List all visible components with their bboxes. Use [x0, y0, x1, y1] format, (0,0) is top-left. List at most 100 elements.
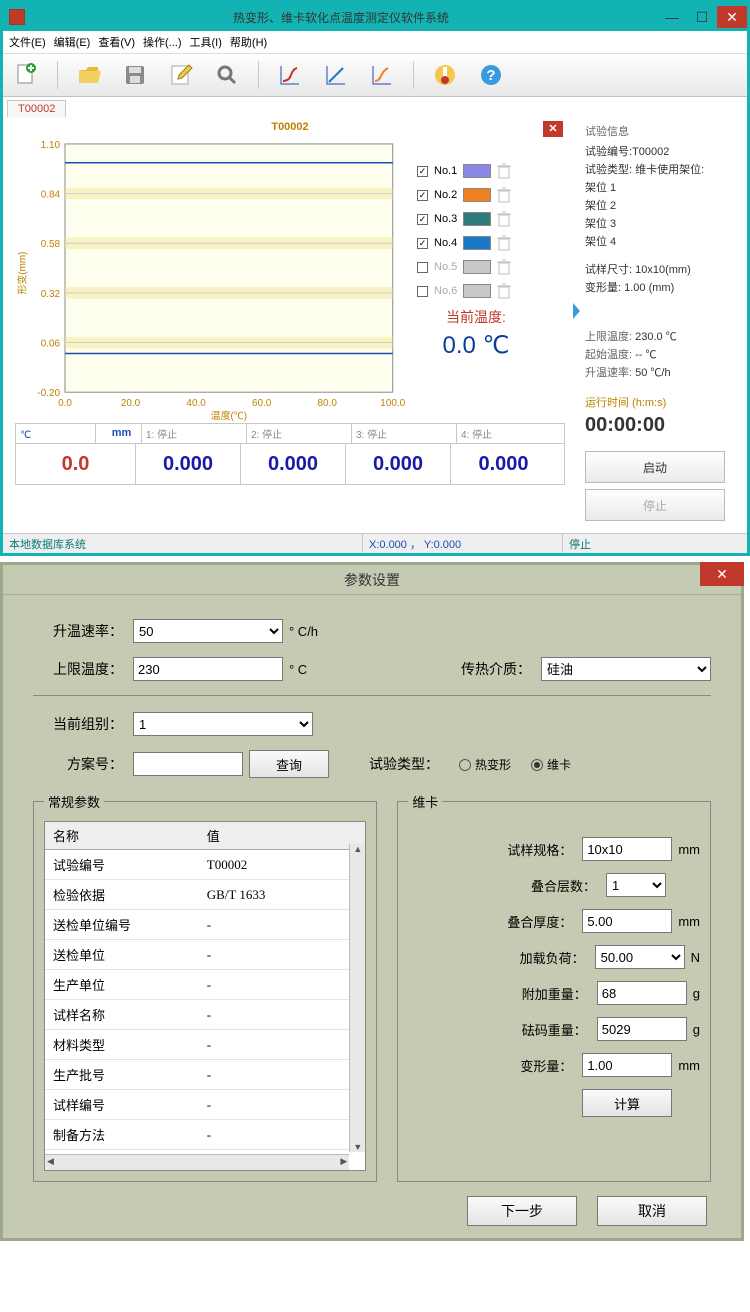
legend-item-5[interactable]: No.5 — [417, 259, 535, 275]
legend-item-3[interactable]: ✓No.3 — [417, 211, 535, 227]
current-temp-value: 0.0 ℃ — [417, 331, 535, 360]
legend-item-6[interactable]: No.6 — [417, 283, 535, 299]
status-bar: 本地数据库系统 X:0.000 ， Y:0.000 停止 — [3, 533, 747, 553]
dialog-titlebar[interactable]: 参数设置 ✕ — [3, 565, 741, 595]
temp-readout: 0.0 — [16, 444, 136, 484]
info-panel: 试验信息 试验编号:T00002 试验类型: 维卡使用架位: 架位 1 架位 2… — [577, 117, 747, 533]
main-window: 热变形、维卡软化点温度测定仪软件系统 — ☐ ✕ 文件(E) 编辑(E) 查看(… — [0, 0, 750, 556]
vicat-legend: 维卡 — [408, 792, 442, 811]
deform-input[interactable] — [582, 1053, 672, 1077]
radio-heat[interactable]: 热变形 — [459, 756, 511, 773]
svg-text:20.0: 20.0 — [121, 398, 141, 409]
runtime-value: 00:00:00 — [585, 414, 739, 437]
ch4-readout: 0.000 — [451, 444, 556, 484]
table-row: 试样名称- — [45, 1000, 365, 1030]
query-button[interactable]: 查询 — [249, 750, 329, 778]
menu-help[interactable]: 帮助(H) — [230, 34, 267, 50]
datastrip-header: ℃ mm 1: 停止 2: 停止 3: 停止 4: 停止 — [15, 423, 565, 443]
info-header: 试验信息 — [585, 123, 739, 139]
next-button[interactable]: 下一步 — [467, 1196, 577, 1226]
help-icon[interactable]: ? — [476, 60, 506, 90]
scrollbar-vertical[interactable] — [349, 844, 365, 1152]
table-row: 试验编号T00002 — [45, 850, 365, 880]
svg-text:1.10: 1.10 — [41, 140, 61, 151]
start-button[interactable]: 启动 — [585, 451, 725, 483]
status-db: 本地数据库系统 — [3, 534, 363, 553]
dialog-close-button[interactable]: ✕ — [700, 562, 744, 586]
rate-select[interactable]: 50 — [133, 619, 283, 643]
extra-weight-input[interactable] — [597, 981, 687, 1005]
svg-text:0.0: 0.0 — [58, 398, 72, 409]
table-row: 生产批号- — [45, 1060, 365, 1090]
curve1-icon[interactable] — [275, 60, 305, 90]
settings-dialog: 参数设置 ✕ 升温速率： 50 ° C/h 上限温度： ° C 传热介质： 硅油… — [0, 562, 744, 1241]
table-row: 送检单位- — [45, 940, 365, 970]
svg-text:0.84: 0.84 — [41, 190, 61, 201]
medium-select[interactable]: 硅油 — [541, 657, 711, 681]
layers-select[interactable]: 1 — [606, 873, 666, 897]
stop-button[interactable]: 停止 — [585, 489, 725, 521]
menu-tools[interactable]: 工具(I) — [190, 34, 222, 50]
menu-file[interactable]: 文件(E) — [9, 34, 46, 50]
svg-text:-0.20: -0.20 — [37, 388, 60, 399]
menu-op[interactable]: 操作(...) — [143, 34, 182, 50]
datastrip: 0.0 0.000 0.000 0.000 0.000 — [15, 443, 565, 485]
minimize-button[interactable]: — — [657, 6, 687, 28]
dialog-title: 参数设置 — [344, 570, 400, 590]
trash-icon[interactable] — [497, 283, 511, 299]
medium-label: 传热介质： — [461, 659, 531, 679]
thickness-input[interactable] — [582, 909, 672, 933]
menu-edit[interactable]: 编辑(E) — [54, 34, 91, 50]
toolbar: ? — [3, 54, 747, 97]
status-state: 停止 — [563, 534, 747, 553]
calc-button[interactable]: 计算 — [582, 1089, 672, 1117]
svg-text:形变(mm): 形变(mm) — [15, 252, 28, 295]
chart-title: T00002 ✕ — [9, 121, 571, 133]
svg-text:0.06: 0.06 — [41, 339, 61, 350]
chart-close-icon[interactable]: ✕ — [543, 121, 563, 137]
load-select[interactable]: 50.00 — [595, 945, 685, 969]
table-row: 送检单位编号- — [45, 910, 365, 940]
edit-icon[interactable] — [166, 60, 196, 90]
thermo-icon[interactable] — [430, 60, 460, 90]
curve3-icon[interactable] — [367, 60, 397, 90]
upper-input[interactable] — [133, 657, 283, 681]
titlebar[interactable]: 热变形、维卡软化点温度测定仪软件系统 — ☐ ✕ — [3, 3, 747, 31]
chart[interactable]: 1.10 0.84 0.58 0.32 0.06 -0.20 0.0 20.0 … — [9, 133, 409, 423]
curve2-icon[interactable] — [321, 60, 351, 90]
legend-item-2[interactable]: ✓No.2 — [417, 187, 535, 203]
table-row: 制备方法- — [45, 1120, 365, 1150]
maximize-button[interactable]: ☐ — [687, 6, 717, 28]
trash-icon[interactable] — [497, 235, 511, 251]
trash-icon[interactable] — [497, 163, 511, 179]
group-select[interactable]: 1 — [133, 712, 313, 736]
table-row: 检验依据GB/T 1633 — [45, 880, 365, 910]
svg-text:0.58: 0.58 — [41, 239, 61, 250]
cancel-button[interactable]: 取消 — [597, 1196, 707, 1226]
trash-icon[interactable] — [497, 211, 511, 227]
plan-input[interactable] — [133, 752, 243, 776]
params-legend: 常规参数 — [44, 792, 104, 811]
radio-vicat[interactable]: 维卡 — [531, 756, 571, 773]
trash-icon[interactable] — [497, 259, 511, 275]
app-icon — [9, 9, 25, 25]
table-row: 材料类型- — [45, 1030, 365, 1060]
rate-label: 升温速率： — [33, 621, 123, 641]
open-icon[interactable] — [74, 60, 104, 90]
legend-item-4[interactable]: ✓No.4 — [417, 235, 535, 251]
collapse-arrow-icon[interactable] — [571, 303, 581, 319]
spec-input[interactable] — [582, 837, 672, 861]
weight-input[interactable] — [597, 1017, 687, 1041]
new-icon[interactable] — [11, 60, 41, 90]
params-table[interactable]: 名称值 试验编号T00002 检验依据GB/T 1633 送检单位编号- 送检单… — [44, 821, 366, 1171]
tab-row: T00002 — [3, 97, 747, 117]
trash-icon[interactable] — [497, 187, 511, 203]
tab-test[interactable]: T00002 — [7, 100, 66, 117]
type-label: 试验类型： — [369, 754, 439, 774]
search-icon[interactable] — [212, 60, 242, 90]
menu-view[interactable]: 查看(V) — [98, 34, 135, 50]
scrollbar-horizontal[interactable] — [45, 1154, 349, 1170]
save-icon[interactable] — [120, 60, 150, 90]
legend-item-1[interactable]: ✓No.1 — [417, 163, 535, 179]
close-button[interactable]: ✕ — [717, 6, 747, 28]
